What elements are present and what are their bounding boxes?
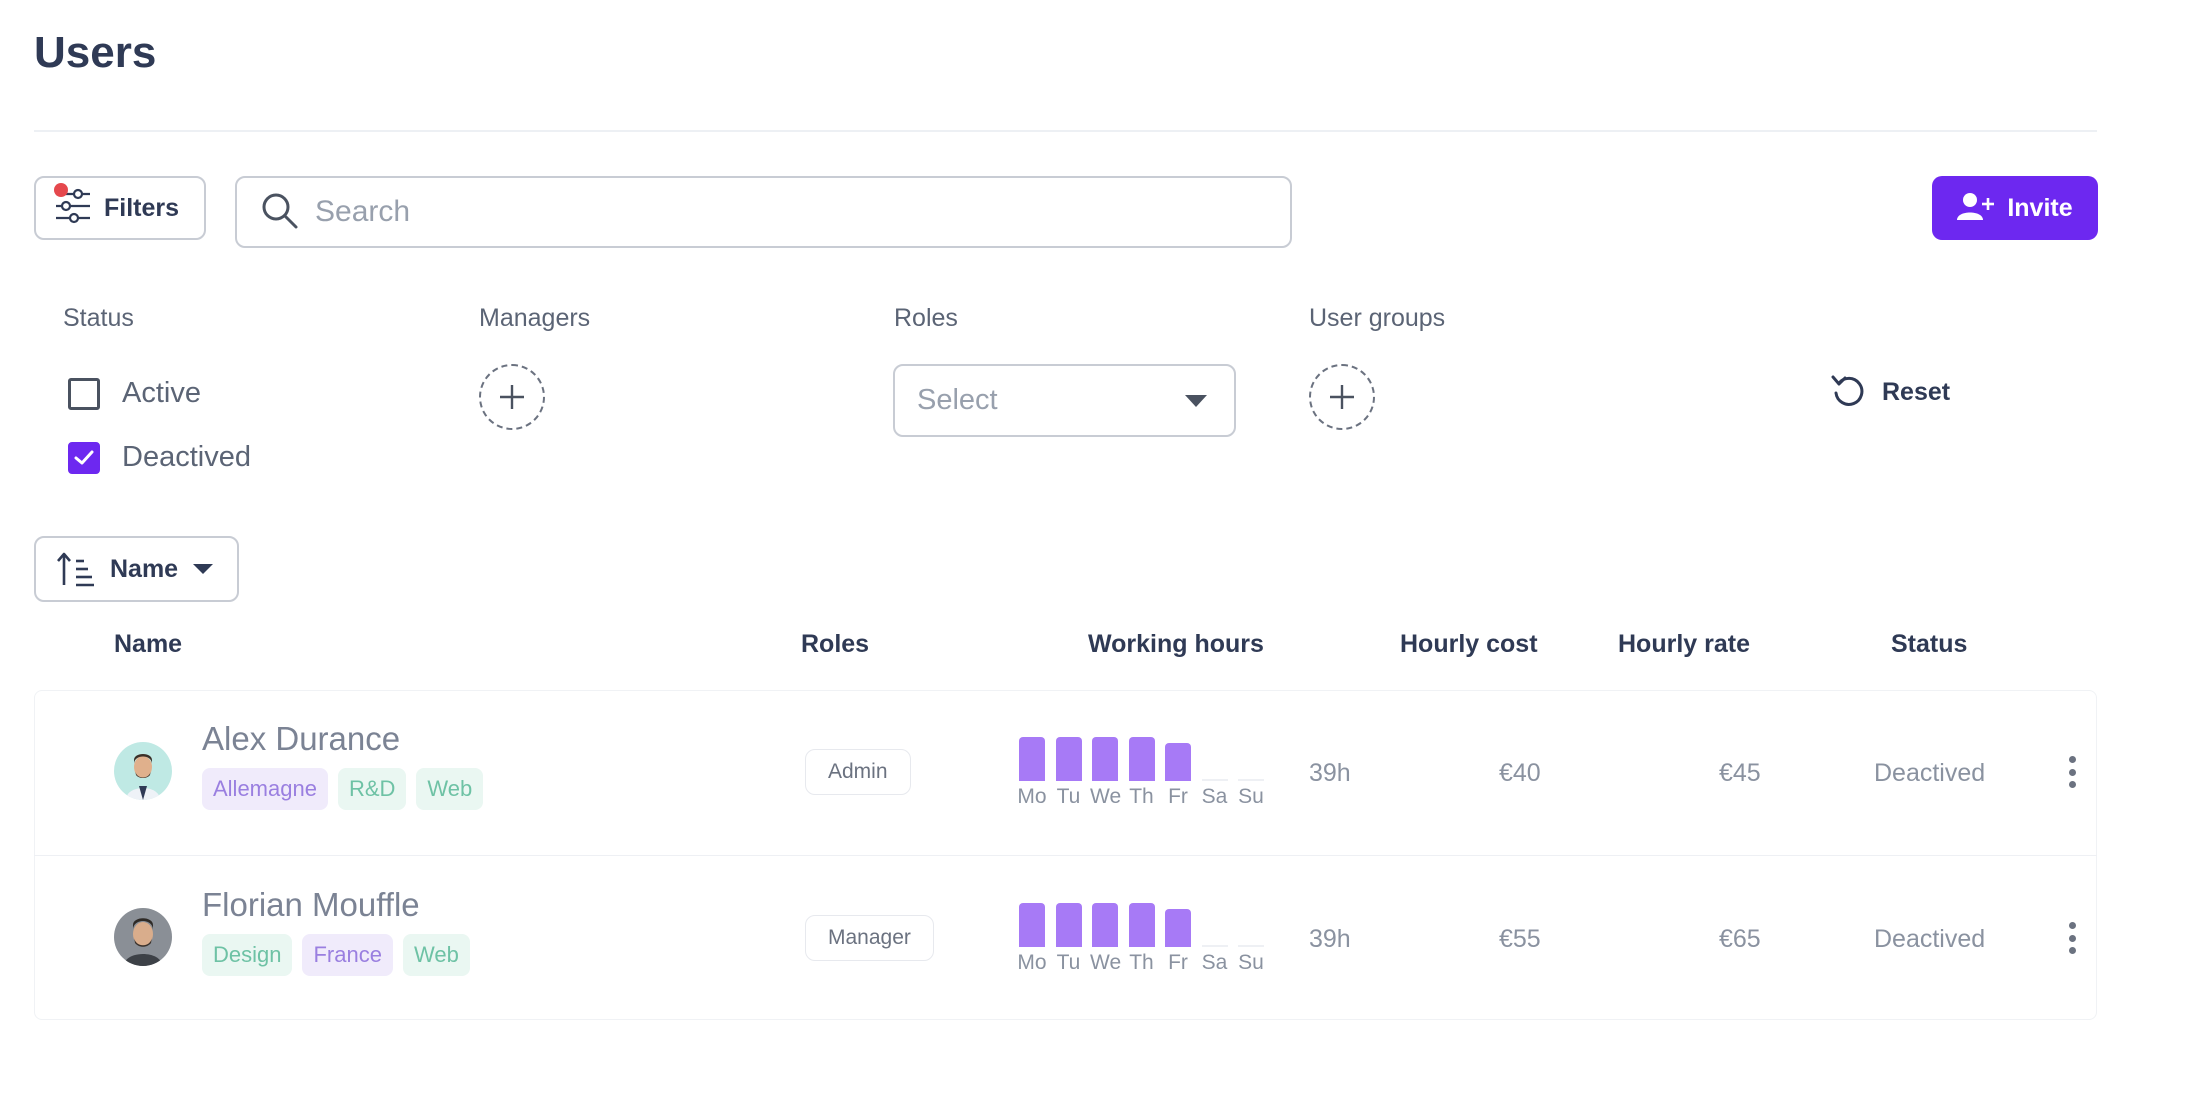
working-hours-bar-we — [1092, 903, 1118, 947]
day-label: We — [1090, 785, 1122, 808]
total-hours: 39h — [1309, 759, 1351, 787]
working-hours-bar-su — [1238, 945, 1264, 947]
active-option-label: Active — [122, 377, 201, 409]
caret-down-icon — [1185, 394, 1207, 407]
search-icon — [259, 190, 299, 235]
working-hours-bar-fr — [1165, 742, 1191, 781]
status-value: Deactived — [1874, 925, 1986, 953]
working-hours-bar-tu — [1055, 903, 1082, 947]
working-hours-bar-sa — [1201, 779, 1228, 781]
search-field[interactable] — [235, 176, 1292, 248]
day-label: Mo — [1017, 951, 1047, 974]
sort-button[interactable]: Name — [34, 536, 239, 602]
sort-button-label: Name — [110, 554, 179, 583]
checkmark-icon — [74, 450, 94, 464]
hourly-cost: €55 — [1499, 925, 1541, 953]
day-label: Sa — [1201, 951, 1228, 974]
reset-icon — [1831, 375, 1864, 406]
user-groups-filter-label: User groups — [1309, 304, 1446, 332]
working-hours-bar-fr — [1165, 908, 1191, 947]
day-label: Su — [1238, 951, 1264, 974]
invite-button[interactable]: Invite — [1932, 176, 2098, 240]
status-option-active[interactable]: Active — [68, 377, 201, 410]
role-badge: Admin — [805, 749, 911, 795]
working-hours-bar-su — [1238, 779, 1264, 781]
hourly-cost: €40 — [1499, 759, 1541, 787]
roles-select[interactable]: Select — [893, 364, 1236, 437]
active-checkbox[interactable] — [68, 377, 100, 410]
reset-button-label: Reset — [1882, 377, 1951, 406]
total-hours: 39h — [1309, 925, 1351, 953]
column-header-roles[interactable]: Roles — [801, 630, 869, 659]
user-tag: Web — [416, 768, 484, 810]
day-label: Su — [1238, 785, 1264, 808]
day-label: Tu — [1056, 785, 1081, 808]
working-hours-chart: Mo Tu We Th Fr Sa Su — [1017, 737, 1279, 813]
column-header-hourly-rate[interactable]: Hourly rate — [1618, 630, 1750, 659]
invite-button-label: Invite — [2007, 193, 2073, 222]
working-hours-bar-mo — [1019, 737, 1045, 781]
day-label: We — [1090, 951, 1122, 974]
plus-icon — [500, 385, 524, 409]
roles-select-placeholder: Select — [917, 384, 998, 416]
user-tag: Design — [202, 934, 293, 976]
add-user-group-button[interactable] — [1309, 364, 1375, 430]
deactived-checkbox[interactable] — [68, 441, 100, 474]
managers-filter-label: Managers — [479, 304, 591, 332]
row-actions-menu-icon[interactable] — [2062, 752, 2082, 792]
user-tag: Allemagne — [202, 768, 328, 810]
hourly-rate: €65 — [1719, 925, 1761, 953]
page-title: Users — [34, 28, 157, 77]
user-tag: R&D — [337, 768, 407, 810]
filters-button[interactable]: Filters — [34, 176, 206, 240]
table-row[interactable]: Alex Durance Allemagne R&D Web Admin Mo T… — [34, 690, 2097, 855]
user-name[interactable]: Alex Durance — [202, 720, 400, 758]
avatar — [114, 742, 172, 800]
day-label: Mo — [1017, 785, 1047, 808]
active-filters-indicator — [54, 183, 68, 197]
user-tags: Design France Web — [202, 934, 470, 976]
plus-icon — [1330, 385, 1354, 409]
day-label: Th — [1129, 951, 1154, 974]
reset-button[interactable]: Reset — [1830, 373, 1950, 411]
add-manager-button[interactable] — [479, 364, 545, 430]
column-header-status[interactable]: Status — [1891, 630, 1967, 659]
avatar — [114, 908, 172, 966]
sort-ascending-icon — [57, 552, 94, 587]
role-badge: Manager — [805, 915, 934, 961]
roles-filter-label: Roles — [894, 304, 958, 332]
day-label: Fr — [1168, 785, 1188, 808]
user-tag: Web — [402, 934, 470, 976]
status-value: Deactived — [1874, 759, 1986, 787]
working-hours-bar-mo — [1019, 903, 1045, 947]
search-input[interactable] — [315, 195, 1215, 229]
user-name[interactable]: Florian Mouffle — [202, 886, 420, 924]
status-filter-label: Status — [63, 304, 134, 332]
day-label: Sa — [1201, 785, 1228, 808]
working-hours-bar-we — [1092, 737, 1118, 781]
user-tag: France — [302, 934, 393, 976]
column-header-name[interactable]: Name — [114, 630, 182, 659]
caret-down-icon — [193, 564, 214, 574]
day-label: Tu — [1056, 951, 1081, 974]
column-header-hourly-cost[interactable]: Hourly cost — [1400, 630, 1538, 659]
status-option-deactived[interactable]: Deactived — [68, 441, 251, 474]
day-label: Fr — [1168, 951, 1188, 974]
column-header-working-hours[interactable]: Working hours — [1088, 630, 1264, 659]
row-actions-menu-icon[interactable] — [2062, 918, 2082, 958]
day-label: Th — [1129, 785, 1154, 808]
working-hours-bar-sa — [1201, 945, 1228, 947]
hourly-rate: €45 — [1719, 759, 1761, 787]
working-hours-chart: Mo Tu We Th Fr Sa Su — [1017, 903, 1279, 979]
table-row[interactable]: Florian Mouffle Design France Web Manage… — [34, 856, 2097, 1021]
deactived-option-label: Deactived — [122, 441, 251, 473]
working-hours-bar-th — [1128, 903, 1155, 947]
add-user-icon — [1957, 192, 1995, 225]
working-hours-bar-th — [1128, 737, 1155, 781]
user-tags: Allemagne R&D Web — [202, 768, 484, 810]
filters-button-label: Filters — [104, 193, 180, 222]
working-hours-bar-tu — [1055, 737, 1082, 781]
title-divider — [34, 130, 2097, 132]
